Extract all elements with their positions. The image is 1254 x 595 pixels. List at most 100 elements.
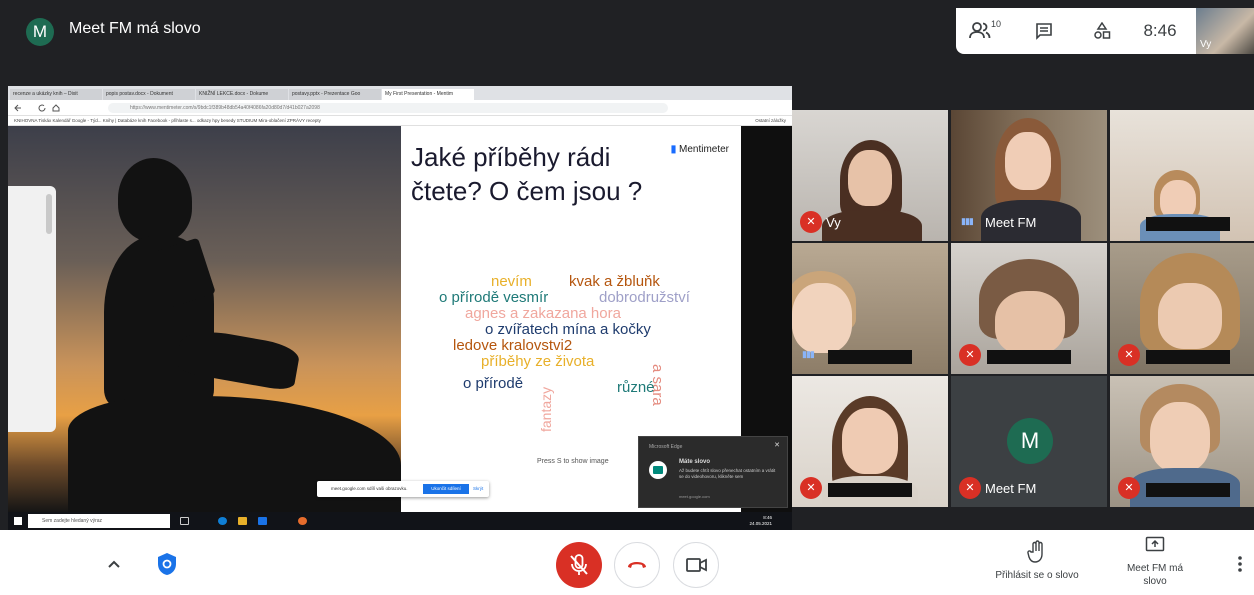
word-cloud-item: příběhy ze života: [481, 353, 595, 370]
notification-text: Až budete chtít slovo přenechat ostatním…: [679, 468, 776, 479]
participant-tile-self[interactable]: ✕ Vy: [792, 110, 948, 241]
browser-tab[interactable]: postavy.pptx - Prezentace Goo: [289, 89, 381, 100]
redacted-name-bar: [1146, 483, 1230, 497]
share-bar-text: meet.google.com sdílí vaši obrazovku.: [331, 486, 408, 491]
raise-hand-label: Přihlásit se o slovo: [995, 570, 1079, 581]
meeting-title: Meet FM má slovo: [69, 20, 201, 37]
leave-call-button[interactable]: [614, 542, 660, 588]
mic-off-icon: ✕: [1118, 477, 1140, 499]
participant-grid: ✕ Vy ▮▮▮ Meet FM ▮▮▮ ✕ ✕ ✕ M ✕ Meet FM ✕: [792, 110, 1254, 508]
chat-icon: [1036, 23, 1052, 40]
edge-notification[interactable]: Microsoft Edge ✕ Máte slovo Až budete ch…: [638, 436, 788, 508]
redacted-name-bar: [1146, 217, 1230, 231]
home-icon[interactable]: [52, 104, 60, 112]
stop-sharing-button[interactable]: Ukončit sdílení: [423, 484, 469, 494]
participant-name: Meet FM: [985, 481, 1037, 496]
more-vert-icon: [1238, 556, 1242, 572]
edge-icon[interactable]: [218, 517, 227, 525]
taskbar-search[interactable]: Sem zadejte hledaný výraz: [28, 514, 170, 528]
self-label: Vy: [1200, 39, 1212, 50]
windows-start-icon[interactable]: [14, 517, 22, 525]
word-cloud-item: kvak a žbluňk: [569, 273, 660, 290]
participant-name: Meet FM: [985, 215, 1037, 230]
meeting-details-button[interactable]: [102, 552, 126, 576]
participants-button[interactable]: 10: [956, 19, 1014, 41]
activities-button[interactable]: [1074, 22, 1130, 40]
back-icon[interactable]: [14, 104, 22, 112]
host-avatar: M: [26, 18, 54, 46]
redacted-name-bar: [828, 350, 912, 364]
speaking-indicator-icon: ▮▮▮: [802, 349, 815, 359]
participant-tile[interactable]: ▮▮▮: [792, 243, 948, 374]
participant-tile[interactable]: ✕: [792, 376, 948, 507]
participant-tile-avatar[interactable]: M ✕ Meet FM: [951, 376, 1107, 507]
browser-tab[interactable]: popis postav.docx - Dokument: [103, 89, 195, 100]
participant-tile[interactable]: ✕: [951, 243, 1107, 374]
taskbar-clock: 8:46 24.05.2021: [749, 515, 772, 526]
camera-toggle-button[interactable]: [673, 542, 719, 588]
hand-icon: [1027, 540, 1043, 563]
participant-tile[interactable]: [1110, 110, 1254, 241]
store-icon[interactable]: [258, 517, 267, 525]
word-cloud-item: agnes a zakazana hora: [465, 305, 621, 322]
browser-tab-active[interactable]: My First Presentation - Mentim: [382, 89, 474, 100]
word-cloud-item: o zvířatech mína a kočky: [485, 321, 651, 338]
chat-button[interactable]: [1014, 22, 1074, 40]
address-bar[interactable]: https://www.mentimeter.com/s/9bdc1f389b4…: [108, 103, 668, 113]
activities-icon: [1094, 22, 1111, 39]
bottom-control-bar: Přihlásit se o slovo Meet FM má slovo: [0, 530, 1254, 595]
participant-avatar: M: [1007, 418, 1053, 464]
speaking-indicator-icon: ▮▮▮: [961, 216, 974, 226]
browser-tab[interactable]: recenze a ukázky knih – Dixit: [10, 89, 102, 100]
top-bar: M Meet FM má slovo 10 8:46 Vy: [0, 8, 1254, 54]
browser-toolbar: https://www.mentimeter.com/s/9bdc1f389b4…: [8, 100, 792, 116]
raise-hand-button[interactable]: Přihlásit se o slovo: [986, 540, 1088, 588]
word-cloud-item: fantazy: [538, 386, 554, 432]
self-video-thumbnail[interactable]: Vy: [1196, 8, 1254, 54]
slide-hint: Press S to show image: [537, 458, 609, 465]
side-widget: [8, 186, 56, 432]
shield-icon: [158, 553, 176, 575]
redacted-name-bar: [987, 350, 1071, 364]
participant-tile[interactable]: ✕: [1110, 243, 1254, 374]
bookmarks-list[interactable]: KNIHOVNA Tiskáx Kalendář Google - Týd...…: [14, 118, 321, 123]
more-options-button[interactable]: [1232, 552, 1248, 576]
participant-tile-host[interactable]: ▮▮▮ Meet FM: [951, 110, 1107, 241]
hide-share-bar-button[interactable]: Skrýt: [473, 486, 483, 491]
windows-taskbar: Sem zadejte hledaný výraz 8:46 24.05.2021: [8, 512, 792, 530]
mic-off-icon: ✕: [1118, 344, 1140, 366]
word-cloud-item: ledove kralovstvi2: [453, 337, 573, 354]
participant-count: 10: [990, 19, 1001, 29]
camera-icon: [686, 558, 707, 572]
top-panel: 10 8:46: [956, 8, 1196, 54]
mic-off-icon: ✕: [800, 211, 822, 233]
participant-name: Vy: [826, 215, 841, 230]
reading-boy-photo: [8, 126, 401, 512]
screen-share-bar: meet.google.com sdílí vaši obrazovku. Uk…: [317, 481, 489, 497]
browser-tab-strip: recenze a ukázky knih – Dixit popis post…: [8, 86, 792, 100]
notification-site: meet.google.com: [679, 494, 710, 499]
word-cloud-item: nevím: [491, 273, 532, 290]
other-bookmarks[interactable]: Ostatní záložky: [755, 118, 786, 123]
word-cloud-item: o přírodě: [463, 375, 524, 392]
task-view-icon[interactable]: [180, 517, 189, 525]
security-button[interactable]: [155, 551, 179, 577]
mic-off-icon: ✕: [959, 344, 981, 366]
mentimeter-logo: ▮ Mentimeter: [670, 144, 729, 155]
bookmarks-bar: KNIHOVNA Tiskáx Kalendář Google - Týd...…: [8, 116, 792, 126]
word-cloud-item: dobrodružství: [599, 289, 690, 306]
reload-icon[interactable]: [38, 104, 46, 112]
mic-off-icon: ✕: [959, 477, 981, 499]
present-label: Meet FM má slovo: [1126, 563, 1184, 587]
participant-tile[interactable]: ✕: [1110, 376, 1254, 507]
meet-icon: [649, 461, 667, 479]
close-icon[interactable]: ✕: [774, 441, 780, 449]
present-button[interactable]: Meet FM má slovo: [1122, 536, 1188, 592]
browser-tab[interactable]: KNIŽNÍ LEKCE.docx - Dokume: [196, 89, 288, 100]
file-explorer-icon[interactable]: [238, 517, 247, 525]
chevron-up-icon: [108, 560, 120, 568]
microphone-toggle-button[interactable]: [556, 542, 602, 588]
people-icon: [969, 22, 991, 39]
clock: 8:46: [1143, 21, 1177, 40]
firefox-icon[interactable]: [298, 517, 307, 525]
